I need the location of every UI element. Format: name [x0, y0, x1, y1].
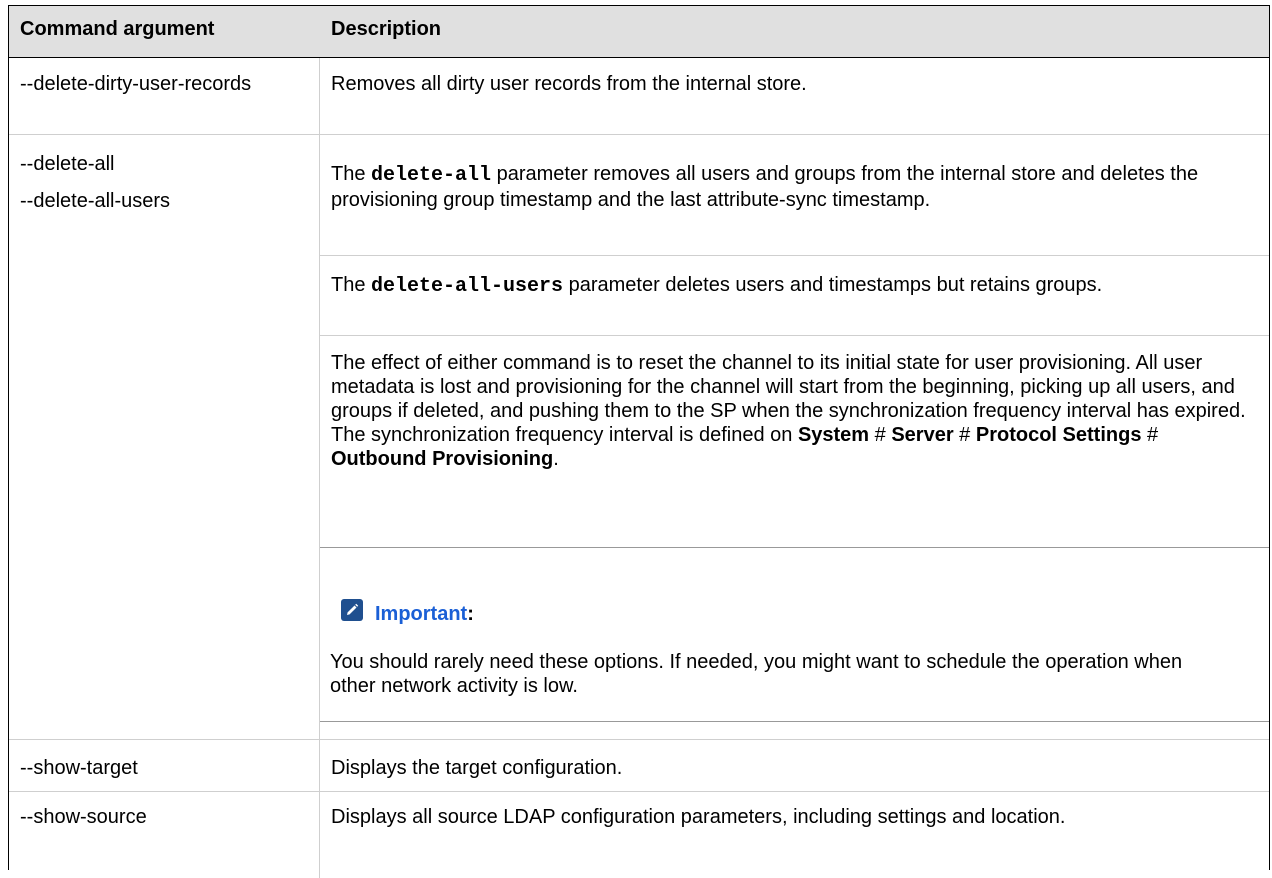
paragraph-divider	[319, 255, 1269, 256]
command-table: Command argument Description --delete-di…	[8, 5, 1270, 878]
desc-delete-dirty-user-records: Removes all dirty user records from the …	[331, 73, 807, 95]
arg-delete-all: --delete-all	[20, 153, 115, 175]
row-divider	[9, 134, 1269, 135]
table-header: Command argument Description	[9, 6, 1269, 58]
column-divider	[319, 58, 320, 878]
arg-delete-dirty-user-records: --delete-dirty-user-records	[20, 73, 252, 95]
path-server: Server	[891, 424, 954, 446]
desc-show-source: Displays all source LDAP configuration p…	[331, 806, 1066, 828]
path-outbound-provisioning: Outbound Provisioning	[331, 448, 554, 470]
arg-show-source: --show-source	[20, 806, 147, 828]
pencil-icon	[341, 599, 363, 621]
header-description: Description	[331, 18, 442, 40]
desc-delete-all-paragraph: The delete-all parameter removes all use…	[331, 163, 1199, 211]
desc-effect-paragraph: The effect of either command is to reset…	[331, 352, 1246, 470]
row-divider	[9, 791, 1269, 792]
code-delete-all-users: delete-all-users	[371, 275, 564, 298]
desc-show-target: Displays the target configuration.	[331, 757, 623, 779]
important-note: Important: You should rarely need these …	[319, 547, 1269, 722]
header-command-argument: Command argument	[20, 18, 215, 40]
code-delete-all: delete-all	[371, 164, 492, 187]
note-title: Important:	[375, 603, 474, 625]
arg-delete-all-users: --delete-all-users	[20, 190, 171, 212]
row-divider	[9, 739, 1269, 740]
desc-delete-all-users-paragraph: The delete-all-users parameter deletes u…	[331, 274, 1103, 298]
path-system: System	[797, 424, 870, 446]
arg-show-target: --show-target	[20, 757, 138, 779]
paragraph-divider	[319, 335, 1269, 336]
path-protocol-settings: Protocol Settings	[975, 424, 1142, 446]
note-body: You should rarely need these options. If…	[330, 651, 1183, 697]
